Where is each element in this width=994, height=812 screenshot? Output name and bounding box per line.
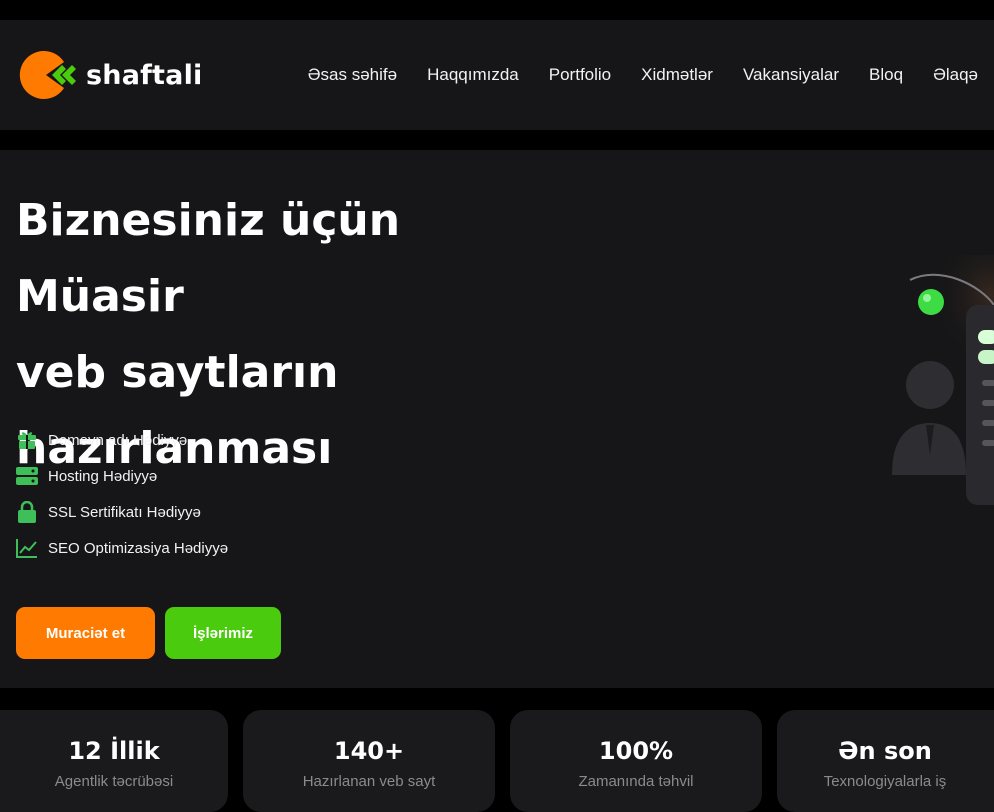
- site-header: shaftali Əsas səhifə Haqqımızda Portfoli…: [0, 20, 994, 130]
- feature-label: Hosting Hədiyyə: [48, 467, 158, 485]
- section-gap: [0, 130, 994, 150]
- brand-name: shaftali: [86, 59, 203, 91]
- hero-illustration: [880, 225, 994, 515]
- stat-value: 100%: [598, 737, 674, 765]
- stat-value: 140+: [333, 737, 405, 765]
- stat-value: 12 İllik: [68, 737, 160, 765]
- stat-card: Ən son Texnologiyalarla iş: [777, 710, 994, 812]
- feature-item: SSL Sertifikatı Hədiyyə: [16, 494, 228, 530]
- stat-card: 140+ Hazırlanan veb sayt: [243, 710, 495, 812]
- server-icon: [16, 465, 38, 487]
- stat-value: Ən son: [838, 737, 932, 765]
- stat-card: 12 İllik Agentlik təcrübəsi: [0, 710, 228, 812]
- nav-item-services[interactable]: Xidmətlər: [641, 65, 713, 85]
- feature-label: SSL Sertifikatı Hədiyyə: [48, 503, 201, 521]
- stat-label: Agentlik təcrübəsi: [54, 773, 174, 790]
- stat-card: 100% Zamanında təhvil: [510, 710, 762, 812]
- section-gap: [0, 688, 994, 708]
- stats-section: 12 İllik Agentlik təcrübəsi 140+ Hazırla…: [0, 708, 994, 812]
- feature-item: SEO Optimizasiya Hədiyyə: [16, 530, 228, 566]
- lock-icon: [16, 501, 38, 523]
- nav-item-home[interactable]: Əsas səhifə: [308, 65, 397, 85]
- logo-mark-icon: [16, 49, 78, 101]
- feature-list: Domeyn adı Hədiyyə Hosting Hədiyyə SSL S…: [16, 422, 228, 566]
- feature-item: Hosting Hədiyyə: [16, 458, 228, 494]
- hero-title-line: veb saytların: [16, 347, 339, 398]
- nav-item-vacancies[interactable]: Vakansiyalar: [743, 65, 839, 85]
- our-works-button[interactable]: İşlərimiz: [165, 607, 281, 659]
- top-strip: [0, 0, 994, 20]
- stat-label: Hazırlanan veb sayt: [302, 773, 436, 790]
- nav-item-portfolio[interactable]: Portfolio: [549, 65, 611, 85]
- hero-title-line: Biznesiniz üçün Müasir: [16, 195, 401, 322]
- gift-icon: [16, 429, 38, 451]
- nav-item-blog[interactable]: Bloq: [869, 65, 903, 85]
- nav-item-contact[interactable]: Əlaqə: [933, 65, 978, 85]
- apply-button[interactable]: Muraciət et: [16, 607, 155, 659]
- chart-line-icon: [16, 537, 38, 559]
- stat-label: Zamanında təhvil: [578, 773, 694, 790]
- feature-label: SEO Optimizasiya Hədiyyə: [48, 539, 229, 557]
- feature-item: Domeyn adı Hədiyyə: [16, 422, 228, 458]
- logo[interactable]: shaftali: [16, 49, 203, 101]
- hero-section: Biznesiniz üçün Müasir veb saytların haz…: [0, 150, 994, 688]
- main-nav: Əsas səhifə Haqqımızda Portfolio Xidmətl…: [308, 65, 978, 85]
- stat-label: Texnologiyalarla iş: [823, 773, 947, 790]
- feature-label: Domeyn adı Hədiyyə: [48, 431, 188, 449]
- nav-item-about[interactable]: Haqqımızda: [427, 65, 519, 85]
